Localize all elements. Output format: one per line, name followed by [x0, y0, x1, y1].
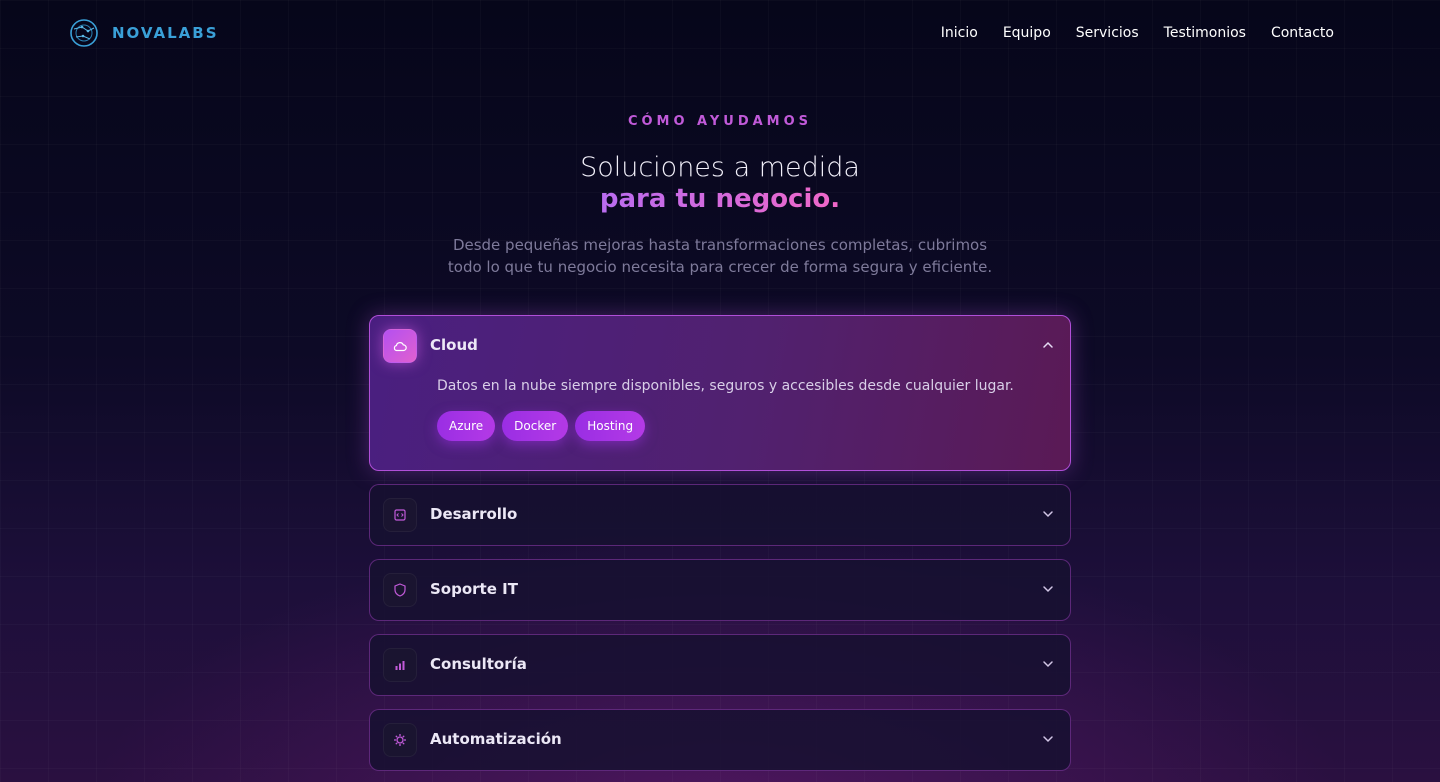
- accordion-item-desarrollo[interactable]: Desarrollo: [369, 484, 1071, 546]
- chevron-down-icon[interactable]: [1042, 658, 1054, 670]
- shield-icon: [383, 573, 417, 607]
- section-description: Desde pequeñas mejoras hasta transformac…: [420, 234, 1020, 278]
- accordion-header-cloud[interactable]: Cloud: [370, 316, 1070, 376]
- section-eyebrow: CÓMO AYUDAMOS: [627, 114, 813, 129]
- accordion-header-soporte-it[interactable]: Soporte IT: [370, 560, 1070, 620]
- globe-logo-icon: [70, 19, 98, 47]
- tag-docker[interactable]: Docker: [502, 411, 569, 441]
- section-title-highlight: para tu negocio.: [599, 184, 841, 214]
- nav-link-equipo[interactable]: Equipo: [1003, 25, 1051, 41]
- tag-hosting[interactable]: Hosting: [575, 411, 646, 441]
- nav-link-contacto[interactable]: Contacto: [1271, 25, 1334, 41]
- accordion-item-soporte-it[interactable]: Soporte IT: [369, 559, 1071, 621]
- section-title-line2: para tu negocio.: [0, 184, 1440, 214]
- accordion-description: Datos en la nube siempre disponibles, se…: [437, 378, 1014, 394]
- description-line-2: todo lo que tu negocio necesita para cre…: [447, 258, 993, 276]
- brand-name: NOVALABS: [112, 24, 219, 42]
- accordion-item-consultoria[interactable]: Consultoría: [369, 634, 1071, 696]
- accordion-title: Automatización: [430, 730, 562, 748]
- chevron-down-icon[interactable]: [1042, 508, 1054, 520]
- site-header: NOVALABS Inicio Equipo Servicios Testimo…: [0, 0, 1440, 66]
- chevron-down-icon[interactable]: [1042, 583, 1054, 595]
- brand-logo[interactable]: NOVALABS: [68, 17, 219, 49]
- code-icon: [383, 498, 417, 532]
- chevron-down-icon[interactable]: [1042, 733, 1054, 745]
- accordion-title: Cloud: [430, 336, 478, 354]
- main-nav: Inicio Equipo Servicios Testimonios Cont…: [941, 25, 1334, 41]
- gear-icon: [383, 723, 417, 757]
- nav-link-testimonios[interactable]: Testimonios: [1164, 25, 1246, 41]
- accordion-title: Consultoría: [430, 655, 527, 673]
- accordion-header-consultoria[interactable]: Consultoría: [370, 635, 1070, 695]
- section-title-line1: Soluciones a medida: [580, 152, 860, 183]
- chevron-up-icon[interactable]: [1042, 339, 1054, 351]
- tag-azure[interactable]: Azure: [437, 411, 496, 441]
- cloud-icon: [383, 329, 417, 363]
- tag-list: Azure Docker Hosting: [437, 411, 646, 441]
- accordion-item-cloud: Cloud Datos en la nube siempre disponibl…: [369, 315, 1071, 471]
- accordion-item-automatizacion[interactable]: Automatización: [369, 709, 1071, 771]
- description-line-1: Desde pequeñas mejoras hasta transformac…: [452, 236, 988, 254]
- bar-chart-icon: [383, 648, 417, 682]
- accordion-title: Soporte IT: [430, 580, 518, 598]
- nav-link-inicio[interactable]: Inicio: [941, 25, 978, 41]
- nav-link-servicios[interactable]: Servicios: [1076, 25, 1139, 41]
- accordion-title: Desarrollo: [430, 505, 518, 523]
- accordion-header-desarrollo[interactable]: Desarrollo: [370, 485, 1070, 545]
- accordion-header-automatizacion[interactable]: Automatización: [370, 710, 1070, 770]
